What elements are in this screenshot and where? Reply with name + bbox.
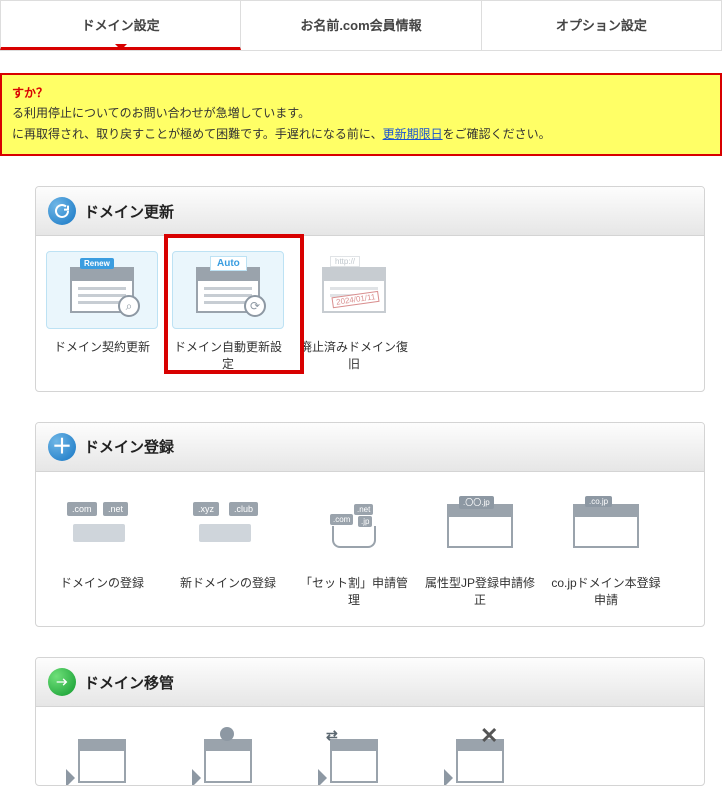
tile-label: 属性型JP登録申請修正 (424, 575, 536, 609)
tld-chips-icon: .xyz .club (193, 502, 263, 550)
auto-badge: Auto (210, 256, 247, 271)
tile-label: 新ドメインの登録 (172, 575, 284, 605)
tile-image: Renew ⌕ (46, 251, 158, 329)
chip-oojp: .〇〇.jp (459, 496, 494, 509)
browser-window-icon: Renew ⌕ (70, 267, 134, 313)
tile-transfer-2[interactable] (172, 722, 284, 785)
tile-image: Auto ⟳ (172, 251, 284, 329)
chip-net: .net (103, 502, 128, 516)
tile-domain-auto-renew[interactable]: Auto ⟳ ドメイン自動更新設定 (172, 251, 284, 373)
tab-option-settings[interactable]: オプション設定 (482, 0, 722, 50)
renewal-deadline-link[interactable]: 更新期限日 (383, 127, 443, 141)
tile-label: 廃止済みドメイン復旧 (298, 339, 410, 373)
section-header: ドメイン更新 (36, 187, 704, 236)
chip-cojp: .co.jp (585, 496, 612, 507)
browser-window-icon: Auto ⟳ (196, 267, 260, 313)
tile-label: co.jpドメイン本登録申請 (550, 575, 662, 609)
main-tabs: ドメイン設定 お名前.com会員情報 オプション設定 (0, 0, 722, 51)
section-title: ドメイン登録 (84, 436, 174, 457)
window-cojp-icon: .co.jp (573, 504, 639, 548)
tile-image: .〇〇.jp (424, 487, 536, 565)
chip-club: .club (229, 502, 258, 516)
url-label: http:// (330, 256, 360, 267)
section-body: Renew ⌕ ドメイン契約更新 Auto ⟳ ドメイン自動更新設定 http: (36, 236, 704, 391)
tile-domain-renew[interactable]: Renew ⌕ ドメイン契約更新 (46, 251, 158, 373)
section-header: ドメイン移管 (36, 658, 704, 707)
plus-icon: ＋ (48, 433, 76, 461)
section-header: ＋ ドメイン登録 (36, 423, 704, 472)
tile-image: .co.jp (550, 487, 662, 565)
tile-jp-attribute[interactable]: .〇〇.jp 属性型JP登録申請修正 (424, 487, 536, 609)
tile-domain-restore[interactable]: http:// 2024/01/11 廃止済みドメイン復旧 (298, 251, 410, 373)
transfer-person-icon (204, 739, 252, 783)
tab-domain-settings[interactable]: ドメイン設定 (0, 0, 241, 50)
tile-image: ✕ (424, 722, 536, 785)
tile-label: ドメインの登録 (46, 575, 158, 605)
refresh-icon (48, 197, 76, 225)
warning-line1: る利用停止についてのお問い合わせが急増しています。 (12, 106, 310, 120)
transfer-cancel-icon: ✕ (456, 739, 504, 783)
tile-image: .xyz .club (172, 487, 284, 565)
tile-cojp-register[interactable]: .co.jp co.jpドメイン本登録申請 (550, 487, 662, 609)
tile-image: .com .net (46, 487, 158, 565)
chip-net: .net (354, 504, 373, 515)
renew-badge: Renew (80, 258, 114, 269)
warning-line2-post: をご確認ください。 (443, 127, 551, 141)
section-body: .com .net ドメインの登録 .xyz .club 新ドメインの登録 .n (36, 472, 704, 627)
tile-image: ⇄ (298, 722, 410, 785)
tab-member-info[interactable]: お名前.com会員情報 (241, 0, 481, 50)
tab-label: お名前.com会員情報 (300, 18, 421, 33)
section-body: ⇄ ✕ (36, 707, 704, 785)
chip-com: .com (67, 502, 97, 516)
tile-transfer-3[interactable]: ⇄ (298, 722, 410, 785)
transfer-icon (48, 668, 76, 696)
tile-transfer-1[interactable] (46, 722, 158, 785)
tile-image: http:// 2024/01/11 (298, 251, 410, 329)
section-domain-transfer: ドメイン移管 ⇄ ✕ (35, 657, 705, 786)
tld-chips-icon: .com .net (67, 502, 137, 550)
tile-transfer-4[interactable]: ✕ (424, 722, 536, 785)
window-jp-icon: .〇〇.jp (447, 504, 513, 548)
tile-image (46, 722, 158, 785)
warning-title: すか？ (12, 86, 48, 100)
tile-register-domain[interactable]: .com .net ドメインの登録 (46, 487, 158, 609)
tile-image (172, 722, 284, 785)
tab-label: ドメイン設定 (82, 18, 160, 33)
tile-set-discount[interactable]: .net .com .jp 「セット割」申請管理 (298, 487, 410, 609)
transfer-box-icon (78, 739, 126, 783)
transfer-swap-icon: ⇄ (330, 739, 378, 783)
section-domain-update: ドメイン更新 Renew ⌕ ドメイン契約更新 Auto ⟳ ドメイン自動更新 (35, 186, 705, 392)
chip-xyz: .xyz (193, 502, 219, 516)
tile-label: 「セット割」申請管理 (298, 575, 410, 609)
section-domain-register: ＋ ドメイン登録 .com .net ドメインの登録 .xyz .club (35, 422, 705, 628)
tile-label: ドメイン自動更新設定 (172, 339, 284, 373)
chip-com: .com (330, 514, 353, 525)
magnifier-icon: ⌕ (118, 295, 140, 317)
basket-icon: .net .com .jp (324, 504, 384, 548)
warning-banner: すか？ る利用停止についてのお問い合わせが急増しています。 に再取得され、取り戻… (0, 73, 722, 156)
browser-window-expired-icon: http:// 2024/01/11 (322, 267, 386, 313)
tile-label: ドメイン契約更新 (46, 339, 158, 369)
warning-line2-pre: に再取得され、取り戻すことが極めて困難です。手遅れになる前に、 (12, 127, 383, 141)
tile-image: .net .com .jp (298, 487, 410, 565)
section-title: ドメイン更新 (84, 201, 174, 222)
section-title: ドメイン移管 (84, 672, 174, 693)
tab-label: オプション設定 (556, 18, 647, 33)
cycle-icon: ⟳ (244, 295, 266, 317)
tile-register-new-tld[interactable]: .xyz .club 新ドメインの登録 (172, 487, 284, 609)
